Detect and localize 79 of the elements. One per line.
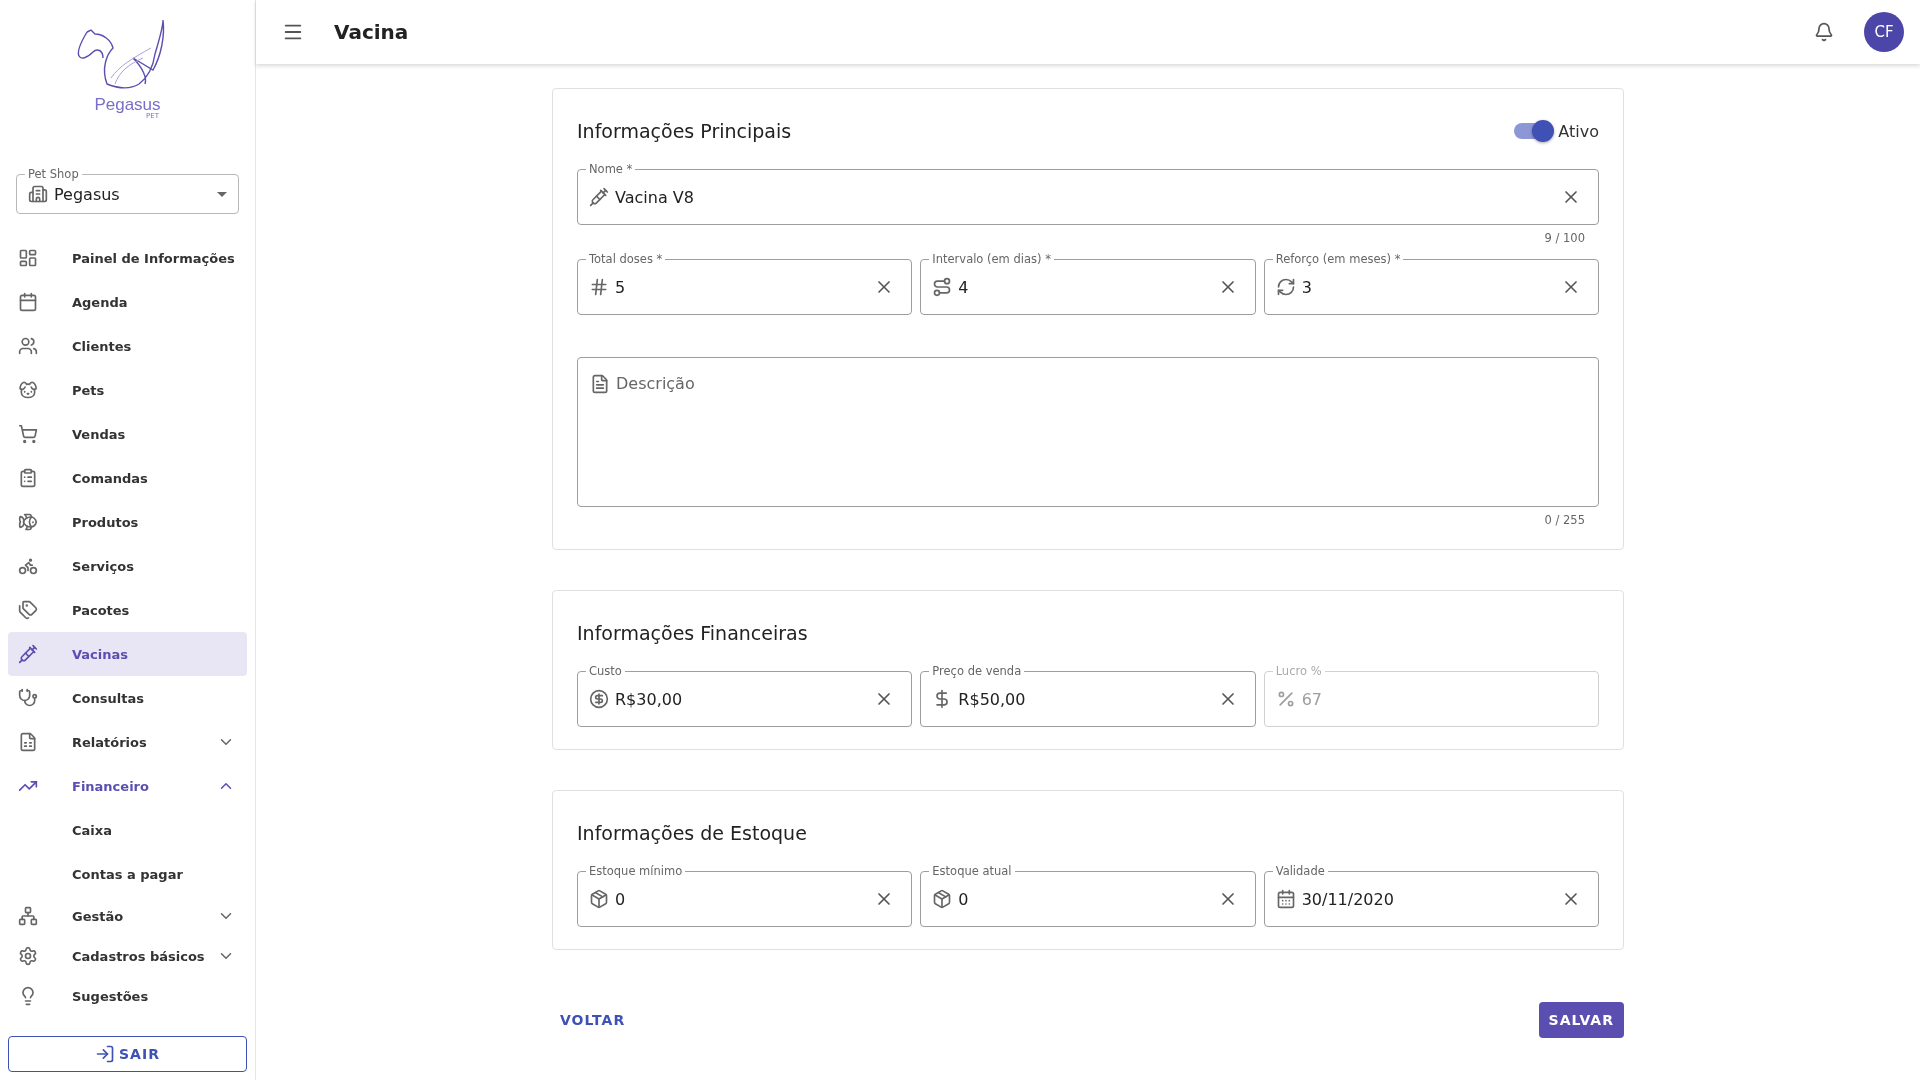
field-label: Preço de venda [929, 664, 1025, 678]
text-field[interactable]: Validade 30/11/2020 [1263, 864, 1599, 927]
bike-icon [18, 556, 38, 576]
nav-item[interactable]: Pacotes [8, 588, 247, 632]
logo-name: Pegasus [94, 96, 161, 113]
section-title: Informações de Estoque [577, 822, 808, 844]
nav-item[interactable]: Vendas [8, 412, 247, 456]
nav-item[interactable]: Agenda [8, 280, 247, 324]
network-icon [18, 906, 38, 926]
syringe-icon [589, 187, 609, 207]
package-icon [932, 889, 953, 909]
text-field[interactable]: Custo R$30,00 [577, 664, 913, 727]
section-title: Informações Financeiras [577, 622, 809, 644]
pet-shop-select[interactable]: Pet Shop Pegasus [16, 167, 239, 214]
logout-button[interactable]: SAIR [8, 1036, 247, 1072]
section-title: Informações Principais [577, 120, 793, 142]
user-avatar[interactable]: CF [1864, 12, 1904, 52]
stethoscope-icon [18, 688, 38, 708]
text-field[interactable]: Estoque atual 0 [920, 864, 1256, 927]
nav-item[interactable]: Relatórios [8, 720, 247, 764]
nav-item[interactable]: Serviços [8, 544, 247, 588]
settings-icon [18, 946, 38, 966]
field-label: Total doses * [586, 252, 666, 266]
back-button[interactable]: VOLTAR [552, 1004, 634, 1036]
field-label: Intervalo (em dias) * [929, 252, 1054, 266]
nav-item[interactable]: Vacinas [8, 632, 247, 676]
bell-icon [1814, 22, 1834, 42]
text-field[interactable]: Estoque mínimo 0 [577, 864, 913, 927]
dollar-icon [589, 689, 609, 709]
text-field[interactable]: Nome * Vacina V8 [577, 162, 1599, 225]
calendar-icon [1275, 889, 1296, 909]
field-label: Validade [1272, 864, 1328, 878]
nav-item[interactable]: Comandas [8, 456, 247, 500]
people-icon [18, 336, 38, 356]
clipboard-icon [18, 468, 38, 488]
active-switch[interactable]: Ativo [1514, 121, 1599, 141]
syringe-icon [18, 644, 38, 664]
text-field[interactable]: Preço de venda R$50,00 [920, 664, 1256, 727]
field-label: Nome * [586, 162, 636, 176]
text-field[interactable]: Total doses * 5 [577, 252, 913, 315]
nav-item[interactable]: Produtos [8, 500, 247, 544]
text-field[interactable]: Reforço (em meses) * 3 [1263, 252, 1599, 315]
nav-item[interactable]: Financeiro [8, 764, 247, 808]
nav-item[interactable]: Cadastros básicos [8, 936, 247, 976]
document-icon [590, 374, 610, 394]
field-label: Custo [586, 664, 625, 678]
tags-icon [18, 600, 38, 620]
package-icon [589, 889, 609, 909]
nav-item[interactable]: Sugestões [8, 976, 247, 1016]
field-label: Pet Shop [25, 167, 82, 181]
field-label: Reforço (em meses) * [1272, 252, 1404, 266]
number-icon [589, 277, 609, 297]
route-icon [932, 277, 953, 297]
calendar-icon [18, 292, 38, 312]
refresh-icon [1275, 277, 1296, 297]
field-label: Estoque atual [929, 864, 1015, 878]
nav-item[interactable]: Painel de Informações [8, 236, 247, 280]
nav-item[interactable]: Clientes [8, 324, 247, 368]
description-textarea[interactable]: Descrição [577, 357, 1599, 507]
nav-item[interactable]: Gestão [8, 896, 247, 936]
cart-icon [18, 424, 38, 444]
save-button[interactable]: SALVAR [1538, 1002, 1624, 1038]
report-icon [18, 732, 38, 752]
character-counter: 0 / 255 [1544, 513, 1585, 527]
text-field[interactable]: Intervalo (em dias) * 4 [920, 252, 1256, 315]
nav-item[interactable]: Pets [8, 368, 247, 412]
dashboard-icon [18, 248, 38, 268]
fish-icon [18, 512, 38, 532]
building-icon [28, 184, 48, 204]
field-label: Estoque mínimo [586, 864, 686, 878]
page-title: Vacina [334, 20, 410, 44]
dropdown-arrow-icon [217, 191, 227, 197]
nav-subitem[interactable]: Contas a pagar [8, 852, 247, 896]
field-label: Lucro % [1272, 664, 1325, 678]
logout-icon [95, 1044, 116, 1064]
dog-icon [18, 380, 38, 400]
character-counter: 9 / 100 [1544, 231, 1585, 245]
nav-item[interactable]: Consultas [8, 676, 247, 720]
nav-subitem[interactable]: Caixa [8, 808, 247, 852]
